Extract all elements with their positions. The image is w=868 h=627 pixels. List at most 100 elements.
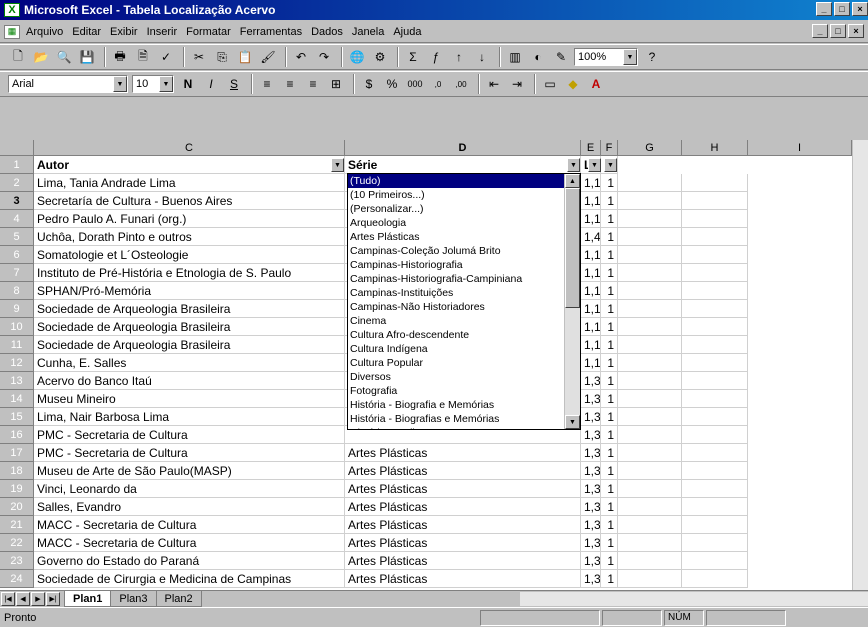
dropdown-option[interactable]: Campinas-Historiografia xyxy=(348,258,566,272)
cell-g[interactable] xyxy=(618,570,682,588)
header-serie[interactable]: Série xyxy=(345,156,581,174)
cell-e[interactable]: 1 xyxy=(601,498,618,516)
autosum-icon[interactable]: Σ xyxy=(403,47,423,67)
cell-e[interactable]: 1 xyxy=(601,282,618,300)
row-header[interactable]: 20 xyxy=(0,498,34,516)
dropdown-option[interactable]: Cultura Popular xyxy=(348,356,566,370)
cell-h[interactable] xyxy=(682,228,748,246)
bold-button[interactable]: N xyxy=(178,74,198,94)
cell-autor[interactable]: Salles, Evandro xyxy=(34,498,345,516)
merge-center-icon[interactable]: ⊞ xyxy=(326,74,346,94)
row-header[interactable]: 14 xyxy=(0,390,34,408)
cell-g[interactable] xyxy=(618,498,682,516)
cell-g[interactable] xyxy=(618,210,682,228)
cell-h[interactable] xyxy=(682,372,748,390)
cell-autor[interactable]: Uchôa, Dorath Pinto e outros xyxy=(34,228,345,246)
cell-autor[interactable]: Museu de Arte de São Paulo(MASP) xyxy=(34,462,345,480)
select-all-button[interactable] xyxy=(0,140,34,156)
cell-autor[interactable]: PMC - Secretaria de Cultura xyxy=(34,426,345,444)
row-header[interactable]: 5 xyxy=(0,228,34,246)
cell-h[interactable] xyxy=(682,444,748,462)
cell-h[interactable] xyxy=(682,516,748,534)
row-header[interactable]: 16 xyxy=(0,426,34,444)
autofilter-dropdown[interactable]: (Tudo) (10 Primeiros...) (Personalizar...)… xyxy=(347,173,581,430)
cell-e[interactable]: 1 xyxy=(601,444,618,462)
close-button[interactable]: × xyxy=(852,2,868,16)
maximize-button[interactable]: □ xyxy=(834,2,850,16)
cell-g[interactable] xyxy=(618,174,682,192)
cell-h[interactable] xyxy=(682,336,748,354)
cell-g[interactable] xyxy=(618,318,682,336)
sort-asc-icon[interactable]: ↑ xyxy=(449,47,469,67)
font-size-select[interactable]: 10 ▼ xyxy=(132,75,174,93)
cell-h[interactable] xyxy=(682,246,748,264)
print-icon[interactable]: 🖶 xyxy=(110,47,130,67)
cell-e[interactable]: 1 xyxy=(601,552,618,570)
cell-l[interactable]: 1,3 xyxy=(581,498,601,516)
borders-icon[interactable]: ▭ xyxy=(540,74,560,94)
cell-autor[interactable]: Sociedade de Arqueologia Brasileira xyxy=(34,318,345,336)
cell-g[interactable] xyxy=(618,246,682,264)
increase-decimal-icon[interactable]: ,0 xyxy=(428,74,448,94)
row-header[interactable]: 21 xyxy=(0,516,34,534)
cell-autor[interactable]: Instituto de Pré-História e Etnologia de… xyxy=(34,264,345,282)
cell-h[interactable] xyxy=(682,318,748,336)
cell-g[interactable] xyxy=(618,480,682,498)
cell-e[interactable]: 1 xyxy=(601,462,618,480)
cell-h[interactable] xyxy=(682,552,748,570)
cell-e[interactable]: 1 xyxy=(601,516,618,534)
dropdown-option[interactable]: Campinas-Historiografia-Campiniana xyxy=(348,272,566,286)
row-header[interactable]: 11 xyxy=(0,336,34,354)
scroll-up-icon[interactable]: ▲ xyxy=(565,174,580,188)
function-icon[interactable]: ƒ xyxy=(426,47,446,67)
row-header[interactable]: 3 xyxy=(0,192,34,210)
cell-l[interactable]: 1,1 xyxy=(581,318,601,336)
chevron-down-icon[interactable]: ▼ xyxy=(623,49,637,65)
dropdown-option[interactable]: História - Biografia e Memórias xyxy=(348,398,566,412)
dropdown-option[interactable]: Campinas-Instituições xyxy=(348,286,566,300)
last-sheet-icon[interactable]: ▶| xyxy=(46,592,60,606)
next-sheet-icon[interactable]: ▶ xyxy=(31,592,45,606)
cell-h[interactable] xyxy=(682,534,748,552)
dropdown-option[interactable]: Campinas-Coleção Jolumá Brito xyxy=(348,244,566,258)
menu-dados[interactable]: Dados xyxy=(311,26,343,38)
menu-inserir[interactable]: Inserir xyxy=(147,26,178,38)
cell-autor[interactable]: MACC - Secretaria de Cultura xyxy=(34,516,345,534)
cell-e[interactable]: 1 xyxy=(601,264,618,282)
cell-autor[interactable]: Sociedade de Arqueologia Brasileira xyxy=(34,336,345,354)
cell-e[interactable]: 1 xyxy=(601,228,618,246)
column-header-f[interactable]: F xyxy=(601,140,618,156)
cell-autor[interactable]: Acervo do Banco Itaú xyxy=(34,372,345,390)
cell-g[interactable] xyxy=(618,426,682,444)
cell-autor[interactable]: Governo do Estado do Paraná xyxy=(34,552,345,570)
cell-serie[interactable]: Artes Plásticas xyxy=(345,570,581,588)
cell-e[interactable]: 1 xyxy=(601,354,618,372)
cell-l[interactable]: 1,3 xyxy=(581,372,601,390)
row-header[interactable]: 13 xyxy=(0,372,34,390)
row-header-1[interactable]: 1 xyxy=(0,156,34,174)
map-icon[interactable]: ◐ xyxy=(528,47,548,67)
undo-icon[interactable]: ↶ xyxy=(291,47,311,67)
cell-h[interactable] xyxy=(682,480,748,498)
drawing-icon[interactable]: ✎ xyxy=(551,47,571,67)
column-header-c[interactable]: C xyxy=(34,140,345,156)
cell-serie[interactable]: Artes Plásticas xyxy=(345,534,581,552)
cell-g[interactable] xyxy=(618,408,682,426)
cell-autor[interactable]: Somatologie et L´Osteologie xyxy=(34,246,345,264)
cell-l[interactable]: 1,1 xyxy=(581,282,601,300)
cell-autor[interactable]: SPHAN/Pró-Memória xyxy=(34,282,345,300)
currency-icon[interactable]: $ xyxy=(359,74,379,94)
cell-autor[interactable]: Pedro Paulo A. Funari (org.) xyxy=(34,210,345,228)
cell-h[interactable] xyxy=(682,498,748,516)
cell-g[interactable] xyxy=(618,264,682,282)
row-header[interactable]: 23 xyxy=(0,552,34,570)
cell-g[interactable] xyxy=(618,516,682,534)
menu-formatar[interactable]: Formatar xyxy=(186,26,231,38)
tab-plan2[interactable]: Plan2 xyxy=(155,591,202,607)
row-header[interactable]: 9 xyxy=(0,300,34,318)
font-color-icon[interactable]: A xyxy=(586,74,606,94)
cell-g[interactable] xyxy=(618,372,682,390)
menu-janela[interactable]: Janela xyxy=(352,26,384,38)
cell-autor[interactable]: Lima, Nair Barbosa Lima xyxy=(34,408,345,426)
minimize-button[interactable]: _ xyxy=(816,2,832,16)
